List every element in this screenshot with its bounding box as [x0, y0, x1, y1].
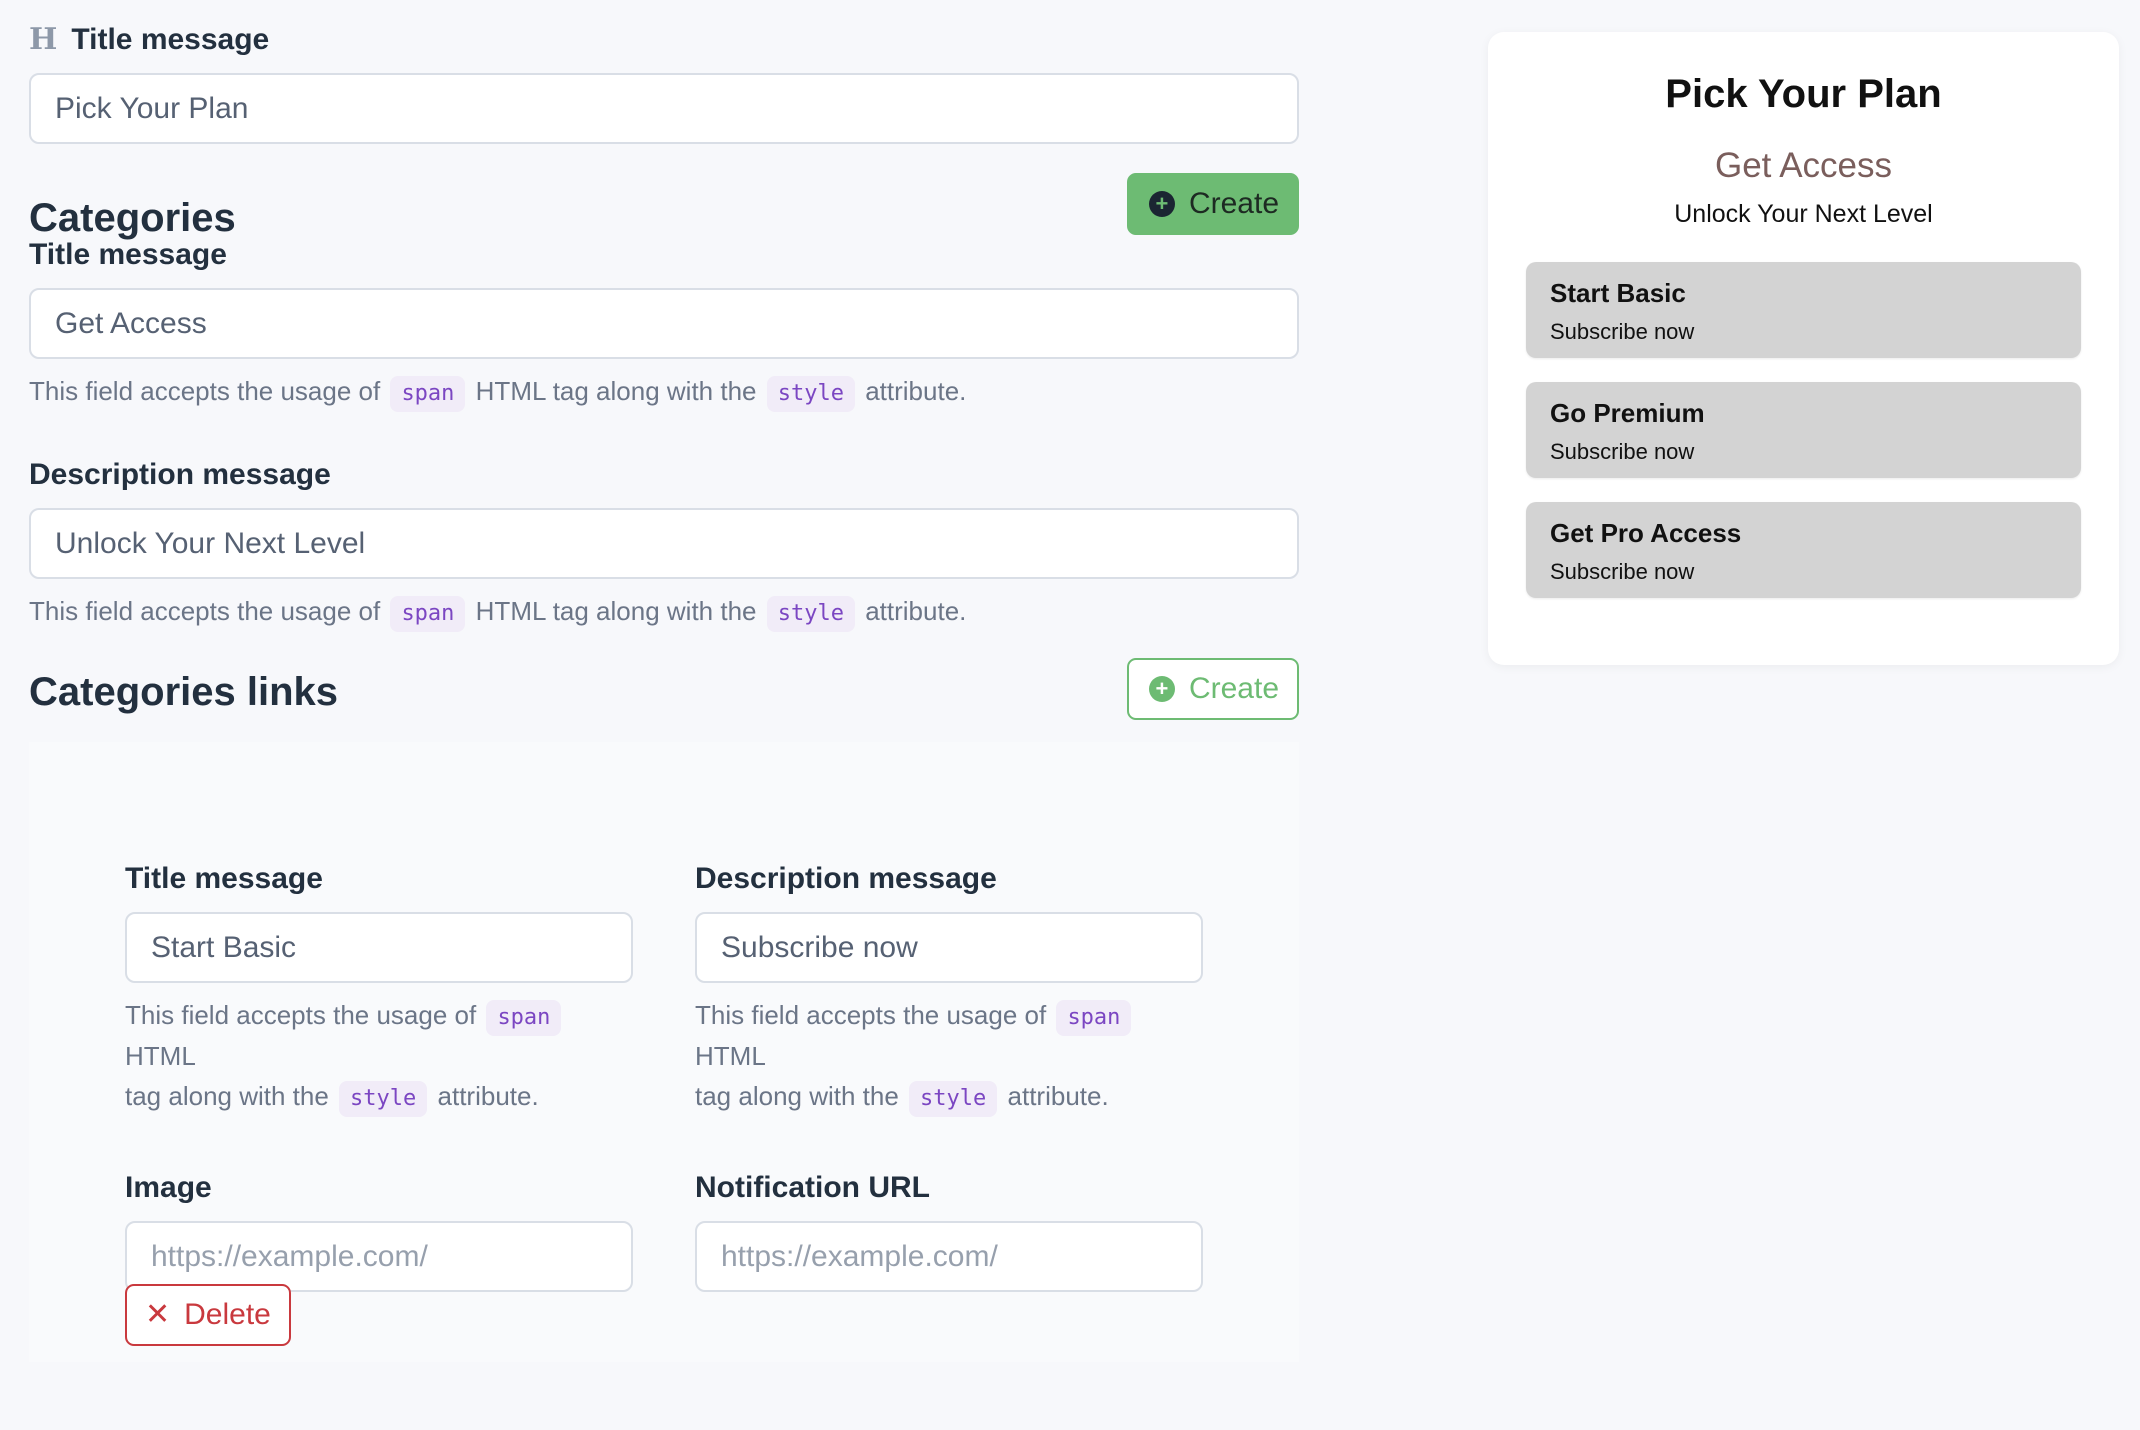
preview-list: Start Basic Subscribe now Go Premium Sub…: [1526, 262, 2081, 622]
help-suffix: attribute.: [1007, 1081, 1109, 1111]
categories-create-button[interactable]: + Create: [1126, 173, 1299, 235]
delete-link-label: Delete: [184, 1298, 271, 1331]
title-message-label-text: Title message: [71, 22, 270, 56]
help-middle: HTML tag along with the: [475, 596, 757, 626]
help-tag-code: span: [486, 1000, 562, 1036]
link-notification-label: Notification URL: [695, 1171, 930, 1204]
preview-item-title: Get Pro Access: [1550, 518, 1742, 548]
help-middle: tag along with the: [695, 1081, 899, 1111]
link-description-input[interactable]: Subscribe now: [695, 912, 1203, 983]
title-message-value: Pick Your Plan: [55, 91, 249, 125]
preview-item-subtitle: Subscribe now: [1550, 559, 1695, 584]
help-attr-code: style: [766, 376, 855, 412]
preview-item-get-pro-access[interactable]: Get Pro Access Subscribe now: [1526, 502, 2081, 598]
preview-title: Pick Your Plan: [1665, 72, 1942, 116]
help-middle: HTML: [125, 1041, 196, 1071]
preview-item-title: Go Premium: [1550, 398, 1705, 428]
link-description-value: Subscribe now: [721, 930, 918, 964]
help-prefix: This field accepts the usage of: [29, 596, 381, 626]
categories-links-create-label: Create: [1188, 672, 1279, 705]
preview-item-go-premium[interactable]: Go Premium Subscribe now: [1526, 382, 2081, 478]
categories-header: Categories + Create: [29, 173, 1299, 241]
plus-circle-icon: +: [1148, 676, 1175, 702]
help-suffix: attribute.: [865, 596, 967, 626]
heading-icon: H: [29, 22, 58, 57]
help-tag-code: span: [390, 376, 466, 412]
help-suffix: attribute.: [437, 1081, 539, 1111]
categories-create-label: Create: [1188, 187, 1279, 220]
help-prefix: This field accepts the usage of: [695, 1000, 1047, 1030]
preview-item-subtitle: Subscribe now: [1550, 319, 1695, 344]
help-tag-code: span: [1056, 1000, 1132, 1036]
help-attr-code: style: [909, 1081, 998, 1117]
categories-title-help: This field accepts the usage of span HTM…: [29, 371, 1299, 412]
preview-item-start-basic[interactable]: Start Basic Subscribe now: [1526, 262, 2081, 358]
link-image-input[interactable]: https://example.com/: [125, 1221, 633, 1292]
categories-description-value: Unlock Your Next Level: [55, 526, 366, 560]
help-attr-code: style: [339, 1081, 428, 1117]
categories-heading: Categories: [29, 196, 236, 240]
help-middle: tag along with the: [125, 1081, 329, 1111]
title-message-label: H Title message: [29, 22, 1299, 57]
link-image-group: Image https://example.com/: [125, 1171, 633, 1292]
help-tag-code: span: [390, 596, 466, 632]
link-title-help: This field accepts the usage of span HTM…: [125, 995, 633, 1117]
link-title-label: Title message: [125, 862, 323, 895]
close-icon: ✕: [145, 1298, 171, 1331]
help-suffix: attribute.: [865, 376, 967, 406]
categories-description-input[interactable]: Unlock Your Next Level: [29, 508, 1299, 579]
link-description-help: This field accepts the usage of span HTM…: [695, 995, 1203, 1117]
link-image-label: Image: [125, 1171, 212, 1204]
preview-item-subtitle: Subscribe now: [1550, 439, 1695, 464]
categories-title-input[interactable]: Get Access: [29, 288, 1299, 359]
help-prefix: This field accepts the usage of: [125, 1000, 477, 1030]
preview-card: Pick Your Plan Get Access Unlock Your Ne…: [1488, 32, 2119, 665]
help-attr-code: style: [766, 596, 855, 632]
preview-subtitle: Get Access: [1714, 146, 1893, 185]
preview-item-title: Start Basic: [1550, 278, 1686, 308]
link-notification-input[interactable]: https://example.com/: [695, 1221, 1203, 1292]
delete-link-button[interactable]: ✕ Delete: [125, 1284, 291, 1346]
categories-links-heading: Categories links: [29, 670, 339, 714]
categories-description-label: Description message: [29, 458, 331, 491]
link-title-value: Start Basic: [151, 930, 297, 964]
link-notification-group: Notification URL https://example.com/: [695, 1171, 1203, 1292]
categories-title-value: Get Access: [55, 306, 207, 340]
plus-circle-icon: +: [1148, 191, 1175, 217]
categories-title-label: Title message: [29, 238, 227, 271]
category-link-item: Title message Start Basic This field acc…: [29, 742, 1299, 1362]
help-middle: HTML tag along with the: [475, 376, 757, 406]
link-title-input[interactable]: Start Basic: [125, 912, 633, 983]
categories-links-header: Categories links + Create: [29, 658, 1299, 720]
categories-links-create-button[interactable]: + Create: [1126, 658, 1299, 720]
title-message-input[interactable]: Pick Your Plan: [29, 73, 1299, 144]
categories-description-help: This field accepts the usage of span HTM…: [29, 591, 1299, 632]
link-title-group: Title message Start Basic This field acc…: [125, 862, 633, 1117]
preview-description: Unlock Your Next Level: [1674, 200, 1933, 228]
help-prefix: This field accepts the usage of: [29, 376, 381, 406]
link-notification-placeholder: https://example.com/: [721, 1239, 998, 1273]
link-description-group: Description message Subscribe now This f…: [695, 862, 1203, 1117]
editor-form: H Title message Pick Your Plan Categorie…: [29, 22, 1299, 1362]
link-image-placeholder: https://example.com/: [151, 1239, 428, 1273]
link-description-label: Description message: [695, 862, 997, 895]
help-middle: HTML: [695, 1041, 766, 1071]
